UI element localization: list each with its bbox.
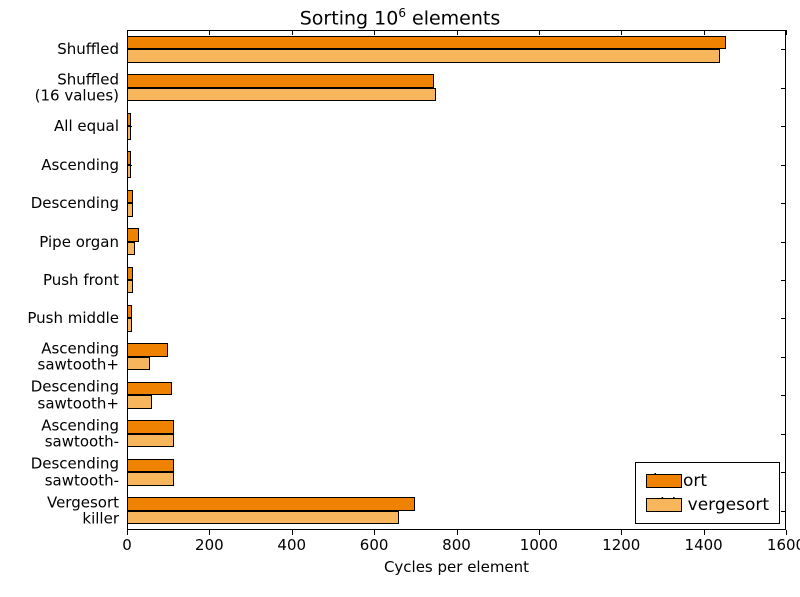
x-axis-label: Cycles per element [127, 558, 786, 576]
chart-title: Sorting 106 elements [0, 6, 800, 29]
title-base: 10 [374, 7, 398, 29]
bar-timsort-2 [127, 113, 131, 126]
y-tick-label-0: Shuffled [57, 41, 119, 58]
y-tick-label-9: Descendingsawtooth+ [31, 379, 119, 412]
y-tick-label-2: All equal [54, 118, 119, 135]
bar-with-vergesort-10 [127, 434, 174, 447]
bar-timsort-5 [127, 228, 139, 241]
bar-timsort-12 [127, 497, 415, 510]
title-prefix: Sorting [300, 7, 374, 29]
title-exponent: 6 [398, 6, 406, 20]
bar-with-vergesort-12 [127, 511, 399, 524]
x-tick-label-1600: 1600 [767, 536, 800, 554]
y-tick-label-12: Vergesortkiller [47, 494, 119, 527]
bar-timsort-6 [127, 267, 133, 280]
bar-timsort-10 [127, 420, 174, 433]
x-tick-label-1200: 1200 [602, 536, 640, 554]
legend: timsort with vergesort [635, 462, 780, 524]
title-suffix: elements [412, 7, 500, 29]
x-tick-label-600: 600 [360, 536, 389, 554]
x-tick-label-1400: 1400 [685, 536, 723, 554]
bar-with-vergesort-4 [127, 203, 133, 216]
x-tick-label-1000: 1000 [520, 536, 558, 554]
bar-timsort-7 [127, 305, 132, 318]
bar-with-vergesort-5 [127, 242, 135, 255]
bar-timsort-8 [127, 343, 168, 356]
legend-item-vergesort: with vergesort [646, 493, 769, 517]
plot-area [127, 30, 786, 530]
bar-with-vergesort-3 [127, 165, 131, 178]
y-tick-label-10: Ascendingsawtooth- [41, 417, 119, 450]
y-tick-label-11: Descendingsawtooth- [31, 456, 119, 489]
bar-with-vergesort-9 [127, 395, 152, 408]
bar-with-vergesort-0 [127, 49, 720, 62]
y-tick-label-7: Push middle [27, 310, 119, 327]
legend-swatch-vergesort [646, 498, 682, 512]
bar-with-vergesort-6 [127, 280, 133, 293]
bar-timsort-1 [127, 74, 434, 87]
x-tick-label-800: 800 [442, 536, 471, 554]
y-tick-label-4: Descending [31, 195, 119, 212]
y-tick-label-5: Pipe organ [39, 233, 119, 250]
bar-timsort-9 [127, 382, 172, 395]
bar-with-vergesort-1 [127, 88, 436, 101]
chart-root: Sorting 106 elements Cycles per element … [0, 0, 800, 597]
y-tick-label-8: Ascendingsawtooth+ [38, 340, 119, 373]
legend-swatch-timsort [646, 474, 682, 488]
bar-timsort-3 [127, 151, 131, 164]
bar-timsort-11 [127, 459, 174, 472]
y-tick-label-1: Shuffled(16 values) [35, 71, 119, 104]
legend-item-timsort: timsort [646, 469, 769, 493]
x-tick-label-200: 200 [195, 536, 224, 554]
y-tick-label-6: Push front [43, 272, 119, 289]
x-tick-label-400: 400 [277, 536, 306, 554]
x-tick-label-0: 0 [122, 536, 132, 554]
bar-with-vergesort-11 [127, 472, 174, 485]
bar-with-vergesort-8 [127, 357, 150, 370]
bar-timsort-4 [127, 190, 133, 203]
y-tick-label-3: Ascending [41, 156, 119, 173]
bar-timsort-0 [127, 36, 726, 49]
bar-with-vergesort-7 [127, 318, 132, 331]
bar-with-vergesort-2 [127, 126, 131, 139]
